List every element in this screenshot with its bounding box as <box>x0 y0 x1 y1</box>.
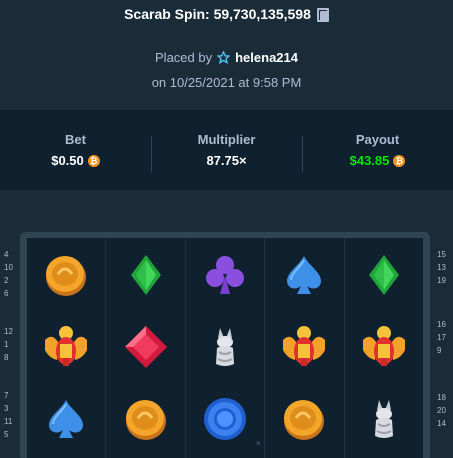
gold-coin-icon <box>125 400 166 440</box>
gold-coin-icon <box>46 256 87 296</box>
slot-board <box>27 238 423 458</box>
multiplier-value: 87.75× <box>206 153 247 168</box>
username-link[interactable]: helena214 <box>235 50 298 65</box>
payout-value-row: $43.85 ₿ <box>302 153 453 168</box>
placed-by-label: Placed by <box>155 50 213 65</box>
bet-date: on 10/25/2021 at 9:58 PM <box>151 75 302 90</box>
copy-icon[interactable] <box>316 7 329 22</box>
reel-cell <box>186 384 264 454</box>
reel-1 <box>27 238 107 458</box>
payline-number: 11 <box>4 417 13 426</box>
multiplier-label: Multiplier <box>197 132 256 147</box>
payline-group: 16 17 9 <box>437 318 446 357</box>
reel-cell <box>345 384 423 454</box>
reel-cell <box>106 384 184 454</box>
bet-value-row: $0.50 ₿ <box>0 153 151 168</box>
reel-cell <box>345 312 423 382</box>
reel-cell <box>186 240 264 310</box>
blue-chip-icon <box>204 398 247 440</box>
reel-cell <box>345 240 423 310</box>
blue-spade-icon <box>287 256 322 294</box>
payline-number: 2 <box>4 276 9 285</box>
vip-star-icon <box>217 51 231 64</box>
multiplier-stat: Multiplier 87.75× <box>151 132 302 172</box>
bet-title-text: Scarab Spin: 59,730,135,598 <box>124 6 311 22</box>
scarab-icon <box>283 326 326 366</box>
payline-group: 4 10 2 6 <box>4 248 13 300</box>
bet-title: Scarab Spin: 59,730,135,598 <box>0 6 453 22</box>
bet-stats-panel: Bet $0.50 ₿ Multiplier 87.75× Payout $43… <box>0 110 453 190</box>
payline-group: 18 20 14 <box>437 391 446 430</box>
placed-by-row: Placed by helena214 <box>0 50 453 65</box>
reel-cell <box>265 312 343 382</box>
payline-number: 9 <box>437 346 442 355</box>
board-marker: × <box>256 439 261 448</box>
payline-number: 18 <box>437 393 446 402</box>
payline-group: 15 13 19 <box>437 248 446 287</box>
payline-number: 16 <box>437 320 446 329</box>
scarab-icon <box>45 326 88 366</box>
blue-spade-icon <box>49 400 84 438</box>
payline-number: 15 <box>437 250 446 259</box>
bet-value: $0.50 <box>51 153 84 168</box>
payline-number: 7 <box>4 391 9 400</box>
payout-label: Payout <box>355 132 400 147</box>
payline-number: 19 <box>437 276 446 285</box>
payline-number: 6 <box>4 289 9 298</box>
bet-label: Bet <box>65 132 86 147</box>
payline-number: 5 <box>4 430 9 439</box>
purple-club-icon <box>206 256 245 294</box>
reel-cell <box>106 240 184 310</box>
payout-stat: Payout $43.85 ₿ <box>302 132 453 172</box>
scarab-icon <box>362 326 405 366</box>
payline-number: 14 <box>437 419 446 428</box>
payline-number: 12 <box>4 327 13 336</box>
payline-number: 4 <box>4 250 9 259</box>
gold-coin-icon <box>284 400 325 440</box>
payline-number: 1 <box>4 340 9 349</box>
payline-number: 10 <box>4 263 13 272</box>
reel-5 <box>345 238 423 458</box>
multiplier-value-row: 87.75× <box>151 153 302 168</box>
reel-cell <box>27 240 105 310</box>
bet-stat: Bet $0.50 ₿ <box>0 132 151 168</box>
green-diamond-icon <box>368 255 399 295</box>
anubis-icon <box>374 400 393 438</box>
reel-cell <box>27 312 105 382</box>
reel-2 <box>106 238 186 458</box>
payline-group: 12 1 8 <box>4 325 13 364</box>
payline-number: 8 <box>4 353 9 362</box>
payline-number: 17 <box>437 333 446 342</box>
payline-number: 3 <box>4 404 9 413</box>
reel-cell <box>106 312 184 382</box>
green-diamond-icon <box>130 255 161 295</box>
reel-3 <box>186 238 266 458</box>
red-gem-icon <box>124 326 167 368</box>
payline-group: 7 3 11 5 <box>4 389 12 441</box>
reel-cell <box>265 384 343 454</box>
bitcoin-icon: ₿ <box>87 154 100 167</box>
reel-cell <box>265 240 343 310</box>
payline-number: 20 <box>437 406 446 415</box>
reel-cell <box>186 312 264 382</box>
reel-4 <box>265 238 345 458</box>
payline-number: 13 <box>437 263 446 272</box>
bitcoin-icon: ₿ <box>393 154 406 167</box>
reel-cell <box>27 384 105 454</box>
anubis-icon <box>216 328 235 366</box>
payout-value: $43.85 <box>349 153 390 168</box>
